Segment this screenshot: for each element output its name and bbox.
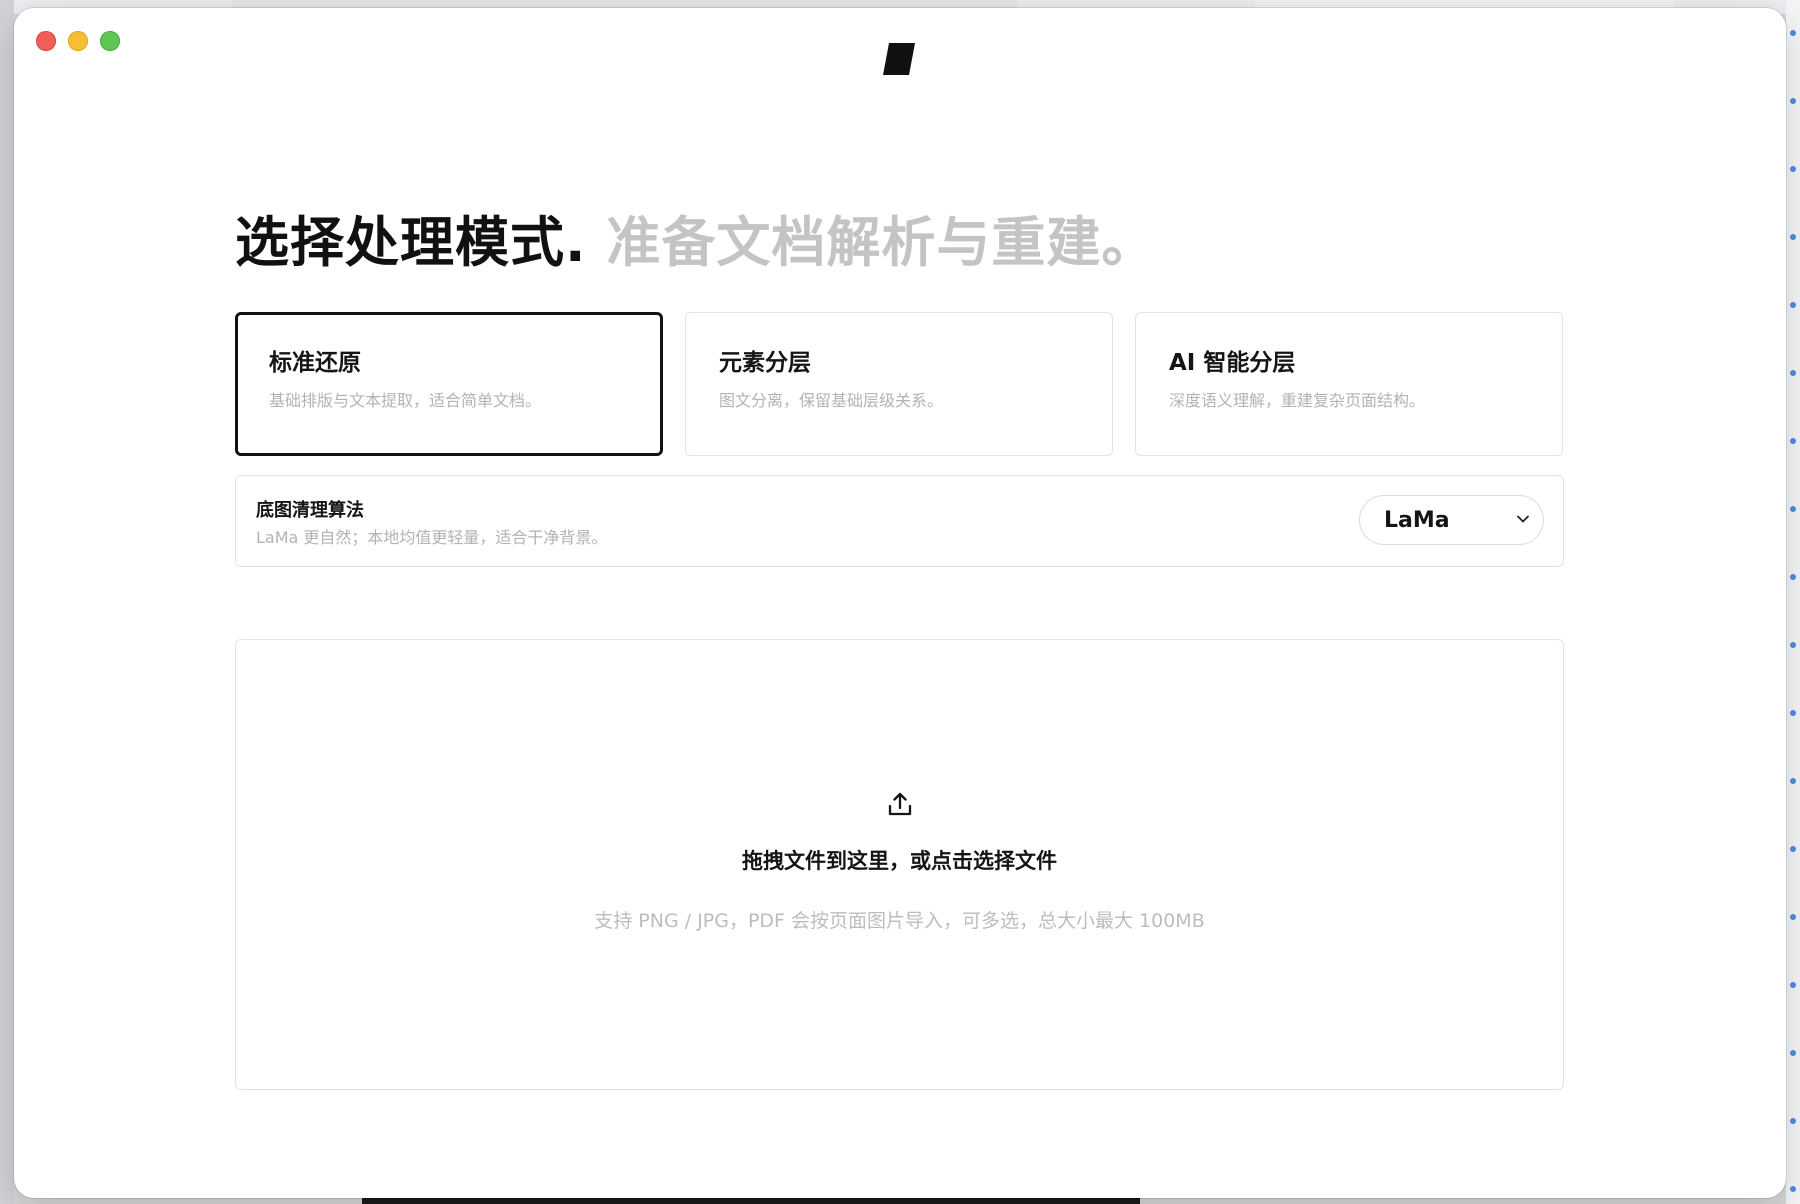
background-marker — [1790, 574, 1796, 580]
background-marker — [1790, 778, 1796, 784]
background-marker — [1790, 234, 1796, 240]
parallelogram-logo-icon — [883, 43, 915, 75]
drop-zone-hint-text: 支持 PNG / JPG，PDF 会按页面图片导入，可多选，总大小最大 100M… — [594, 910, 1205, 932]
drop-zone-primary-text: 拖拽文件到这里，或点击选择文件 — [742, 849, 1057, 873]
close-window-button[interactable] — [36, 31, 56, 51]
background-marker — [1790, 1186, 1796, 1192]
window-controls — [36, 31, 120, 51]
background-marker — [1790, 1050, 1796, 1056]
mode-card-title: 元素分层 — [719, 350, 811, 376]
page-title: 选择处理模式. 准备文档解析与重建。 — [235, 203, 1156, 283]
mode-card-title: AI 智能分层 — [1169, 350, 1296, 376]
mode-card-title: 标准还原 — [269, 350, 361, 376]
background-marker — [1790, 302, 1796, 308]
chevron-down-icon — [1517, 515, 1529, 523]
background-marker — [1790, 914, 1796, 920]
background-window-edge — [1786, 0, 1800, 1204]
cleanup-algorithm-select[interactable]: LaMa — [1359, 495, 1544, 545]
app-window: 选择处理模式. 准备文档解析与重建。 标准还原 基础排版与文本提取，适合简单文档… — [14, 8, 1786, 1198]
mode-selector: 标准还原 基础排版与文本提取，适合简单文档。 元素分层 图文分离，保留基础层级关… — [235, 312, 1564, 456]
mode-card-standard[interactable]: 标准还原 基础排版与文本提取，适合简单文档。 — [235, 312, 663, 456]
background-marker — [1790, 370, 1796, 376]
background-marker — [1790, 642, 1796, 648]
mode-card-ai-layer[interactable]: AI 智能分层 深度语义理解，重建复杂页面结构。 — [1135, 312, 1563, 456]
background-marker — [1790, 846, 1796, 852]
background-window-edge — [0, 0, 14, 1204]
background-marker — [1790, 438, 1796, 444]
background-marker — [1790, 506, 1796, 512]
background-marker — [1790, 982, 1796, 988]
file-drop-zone[interactable]: 拖拽文件到这里，或点击选择文件 支持 PNG / JPG，PDF 会按页面图片导… — [235, 639, 1564, 1090]
background-marker — [1790, 1118, 1796, 1124]
cleanup-algorithm-title: 底图清理算法 — [256, 500, 364, 521]
minimize-window-button[interactable] — [68, 31, 88, 51]
background-marker — [1790, 98, 1796, 104]
page-title-sub: 准备文档解析与重建。 — [606, 211, 1157, 274]
mode-card-element-layer[interactable]: 元素分层 图文分离，保留基础层级关系。 — [685, 312, 1113, 456]
mode-card-desc: 深度语义理解，重建复杂页面结构。 — [1169, 391, 1426, 410]
maximize-window-button[interactable] — [100, 31, 120, 51]
cleanup-algorithm-panel: 底图清理算法 LaMa 更自然；本地均值更轻量，适合干净背景。 LaMa — [235, 475, 1564, 567]
mode-card-desc: 基础排版与文本提取，适合简单文档。 — [269, 391, 542, 410]
cleanup-algorithm-desc: LaMa 更自然；本地均值更轻量，适合干净背景。 — [256, 528, 608, 547]
upload-icon — [888, 792, 912, 816]
background-marker — [1790, 710, 1796, 716]
mode-card-desc: 图文分离，保留基础层级关系。 — [719, 391, 944, 410]
background-marker — [1790, 166, 1796, 172]
background-marker — [1790, 30, 1796, 36]
page-title-main: 选择处理模式. — [235, 211, 587, 274]
cleanup-algorithm-value: LaMa — [1384, 507, 1450, 533]
